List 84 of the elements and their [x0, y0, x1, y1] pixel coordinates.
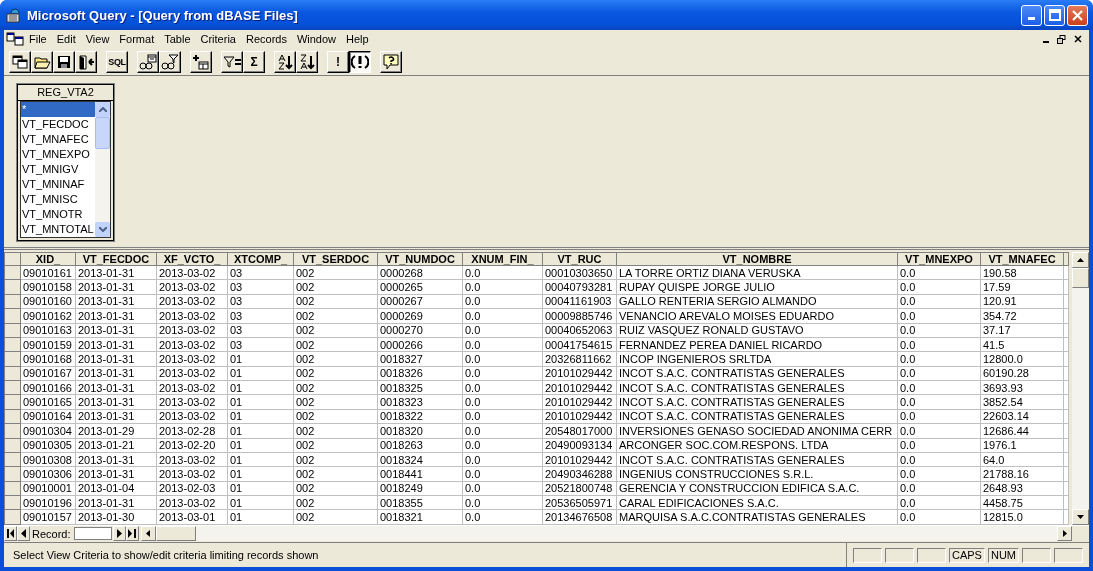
column-header[interactable]: VT_NOMBRE [616, 252, 898, 266]
status-panel [852, 547, 882, 563]
scrollbar[interactable] [1072, 252, 1089, 525]
scroll-thumb[interactable] [95, 117, 110, 149]
scroll-right-button[interactable] [1057, 526, 1072, 541]
document-icon [6, 32, 24, 46]
column-header[interactable]: VT_FECDOC [75, 252, 157, 266]
down-arrow-icon [1077, 515, 1084, 519]
menu-item[interactable]: Format [114, 33, 160, 45]
status-indicator: NUM [987, 547, 1019, 563]
toolbar-button[interactable]: SQL [106, 51, 128, 73]
column-header[interactable]: XNUM_FIN_ [462, 252, 543, 266]
first-record-button[interactable] [4, 526, 17, 541]
folder-icon [33, 55, 51, 69]
last-icon [128, 529, 137, 538]
field-item[interactable]: VT_MNAFEC [21, 132, 95, 147]
funnel-equals-icon [222, 56, 242, 68]
glasses-funnel-icon [161, 54, 179, 70]
column-header[interactable]: VT_RUC [542, 252, 617, 266]
maximize-button[interactable] [1044, 4, 1065, 26]
column-header[interactable]: VT_NUMDOC [377, 252, 463, 266]
first-icon [6, 529, 15, 538]
save-icon [57, 55, 71, 69]
column-header[interactable]: VT_MNEXPO [897, 252, 981, 266]
field-item[interactable]: VT_MNIGV [21, 162, 95, 177]
status-panel [884, 547, 914, 563]
toolbar-button[interactable]: ! [327, 51, 349, 73]
menu-item[interactable]: View [80, 33, 115, 45]
field-item[interactable]: * [21, 102, 95, 117]
add-table-icon [193, 54, 209, 70]
field-item[interactable]: VT_MNEXPO [21, 147, 95, 162]
scroll-left-button[interactable] [140, 526, 156, 541]
field-item[interactable]: VT_MNOTR [21, 207, 95, 222]
field-item[interactable]: VT_FECDOC [21, 117, 95, 132]
close-icon [1072, 9, 1083, 21]
menu-item[interactable]: File [24, 33, 52, 45]
menu-item[interactable]: Help [341, 33, 374, 45]
maximize-icon [1048, 9, 1061, 21]
menu-item[interactable]: Records [240, 33, 292, 45]
field-item[interactable]: VT_MNISC [21, 192, 95, 207]
door-arrow-icon [77, 54, 95, 70]
menu-item[interactable]: Criteria [195, 33, 241, 45]
status-panel [1054, 547, 1083, 563]
restore-icon [1057, 34, 1066, 44]
up-arrow-icon [1077, 258, 1084, 262]
close-icon [1073, 35, 1082, 43]
field-item[interactable]: VT_MNINAF [21, 177, 95, 192]
toolbar-button[interactable] [349, 51, 371, 73]
next-record-button[interactable] [112, 526, 126, 541]
column-header[interactable]: VT_SERDOC [293, 252, 378, 266]
window-title: Microsoft Query - [Query from dBASE Files] [27, 7, 299, 23]
scroll-up-button[interactable] [1072, 252, 1089, 268]
left-arrow-icon [21, 529, 26, 538]
minimize-icon [1042, 40, 1049, 43]
app-icon [6, 7, 22, 23]
minimize-icon [1028, 17, 1035, 20]
record-field[interactable] [73, 527, 112, 540]
column-header[interactable] [1063, 252, 1069, 266]
status-text: Select View Criteria to show/edit criteria limiting records shown [12, 549, 320, 561]
horizontal-scrollbar[interactable] [140, 526, 1072, 541]
help-icon [383, 54, 399, 70]
menu-item[interactable]: Edit [51, 33, 81, 45]
menu-item[interactable]: Table [159, 33, 196, 45]
scroll-down-button[interactable] [1072, 509, 1089, 525]
column-header[interactable]: XID_ [20, 252, 76, 266]
glasses-table-icon [139, 54, 157, 70]
column-header[interactable]: VT_MNAFEC [980, 252, 1064, 266]
left-arrow-icon [146, 530, 151, 537]
sort-ascending-icon [277, 54, 293, 70]
auto-query-icon [351, 54, 369, 70]
status-indicator: CAPS [948, 547, 985, 563]
column-header[interactable]: XTCOMP_ [227, 252, 294, 266]
scrollbar[interactable] [95, 102, 110, 237]
column-header[interactable]: XF_VCTO_ [156, 252, 228, 266]
status-panel [1022, 547, 1051, 563]
sort-descending-icon [299, 54, 315, 70]
window-icon [12, 55, 28, 69]
toolbar-button[interactable]: Σ [243, 51, 265, 73]
previous-record-button[interactable] [17, 526, 30, 541]
menu-item[interactable]: Window [291, 33, 342, 45]
field-item[interactable]: VT_MNTOTAL [21, 222, 95, 237]
right-arrow-icon [116, 529, 122, 538]
status-panel [916, 547, 946, 563]
right-arrow-icon [1062, 530, 1067, 537]
